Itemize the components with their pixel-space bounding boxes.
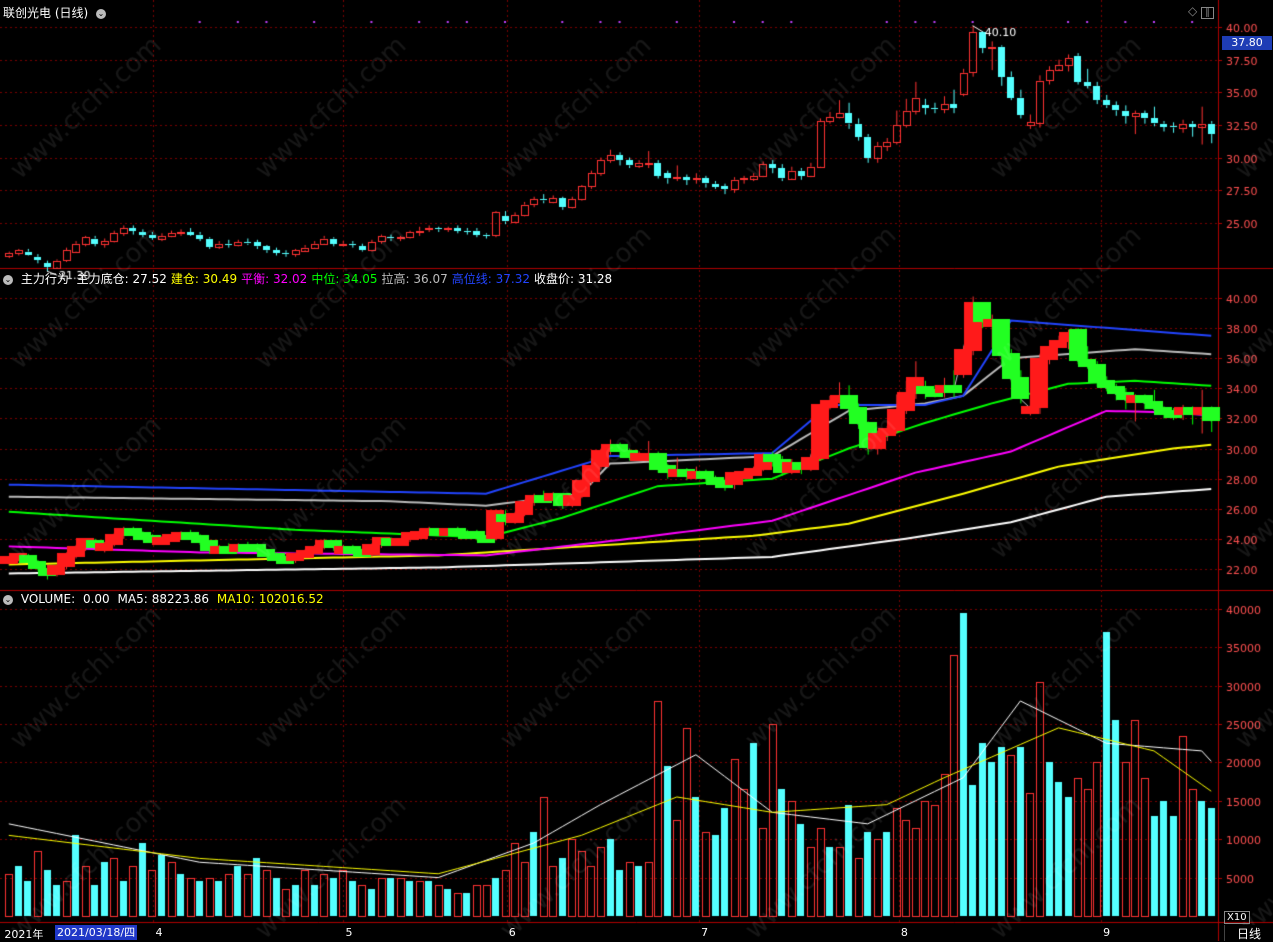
indicator-toggle-icon[interactable]: ⌄ xyxy=(3,274,13,285)
diamond-icon[interactable]: ◇ xyxy=(1188,4,1197,18)
current-price-tag: 37.80 xyxy=(1222,36,1272,50)
x-label-4: 7 xyxy=(701,926,709,939)
x-label-3: 6 xyxy=(508,926,516,939)
volume-value: 0.00 xyxy=(82,592,110,606)
indicator-values: 主力底仓: 27.52 建仓: 30.49 平衡: 32.02 中位: 34.05 拉高… xyxy=(77,272,617,286)
x-label-1: 4 xyxy=(155,926,163,939)
stock-chart-canvas[interactable] xyxy=(0,0,1273,941)
x-label-5: 8 xyxy=(900,926,908,939)
period-label[interactable]: 日线 xyxy=(1224,925,1273,941)
ma10-value: 102016.52 xyxy=(258,592,324,606)
dropdown-circle-icon[interactable]: ⌄ xyxy=(96,8,107,19)
date-box[interactable]: 2021/03/18/四 xyxy=(55,925,138,940)
x-label-0: 2021年 xyxy=(4,928,44,941)
indicator-item-6: 收盘价: 31.28 xyxy=(533,272,613,286)
chart-title: 联创光电 (日线) xyxy=(3,6,89,20)
ma5-value: 88223.86 xyxy=(151,592,210,606)
volume-name: VOLUME: xyxy=(20,592,76,606)
ma5-label: MA5: xyxy=(117,592,148,606)
x-label-6: 9 xyxy=(1103,926,1111,939)
multiplier-badge: X10 xyxy=(1224,911,1250,924)
ma10-label: MA10: xyxy=(216,592,255,606)
volume-header: ⌄ VOLUME: 0.00 MA5: 88223.86 MA10: 102016.… xyxy=(3,592,328,606)
indicator-item-2: 平衡: 32.02 xyxy=(241,272,308,286)
volume-toggle-icon[interactable]: ⌄ xyxy=(3,594,13,605)
indicator-item-3: 中位: 34.05 xyxy=(311,272,378,286)
indicator-item-5: 高位线: 37.32 xyxy=(451,272,530,286)
panel-icon[interactable]: ‖ xyxy=(1201,7,1214,19)
chart-title-bar: 联创光电 (日线) ⌄ xyxy=(3,4,110,21)
indicator-item-1: 建仓: 30.49 xyxy=(170,272,238,286)
indicator-header: ⌄ 主力行为 主力底仓: 27.52 建仓: 30.49 平衡: 32.02 中位: … xyxy=(3,270,620,287)
indicator-item-4: 拉高: 36.07 xyxy=(381,272,448,286)
window-controls[interactable]: ◇ ‖ xyxy=(1188,4,1218,19)
indicator-name: 主力行为 xyxy=(20,272,69,286)
x-label-2: 5 xyxy=(345,926,353,939)
indicator-item-0: 主力底仓: 27.52 xyxy=(76,272,167,286)
